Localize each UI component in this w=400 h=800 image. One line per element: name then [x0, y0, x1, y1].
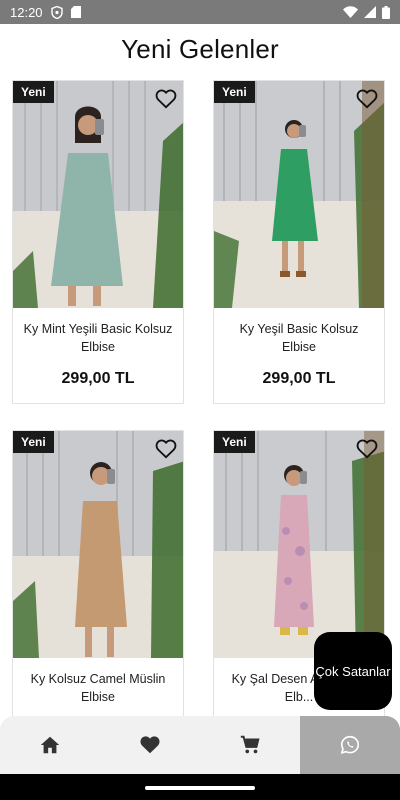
best-sellers-label: Çok Satanlar — [315, 663, 391, 679]
heart-icon — [140, 736, 160, 754]
page-title: Yeni Gelenler — [121, 34, 279, 64]
product-image[interactable]: Yeni — [13, 431, 183, 658]
product-photo — [13, 431, 183, 658]
product-card[interactable]: Yeni Ky Yeşil Basic Kolsuz Elbise 299,00… — [213, 80, 385, 404]
product-image[interactable]: Yeni — [13, 81, 183, 308]
home-icon — [40, 736, 60, 754]
product-image[interactable]: Yeni — [214, 431, 384, 658]
nav-home[interactable] — [0, 716, 100, 774]
product-price: 299,00 TL — [61, 370, 135, 387]
new-badge: Yeni — [13, 431, 54, 453]
home-indicator[interactable] — [145, 786, 255, 790]
product-name[interactable]: Ky Kolsuz Camel Müslin Elbise — [13, 670, 183, 706]
favorite-heart-icon[interactable] — [155, 439, 177, 459]
sd-card-icon — [70, 6, 81, 18]
nav-favorites[interactable] — [100, 716, 200, 774]
product-grid[interactable]: Yeni Ky Mint Yeşili Basic Kolsuz Elbise … — [12, 80, 388, 720]
status-time: 12:20 — [10, 4, 43, 20]
signal-icon — [364, 6, 376, 18]
product-image[interactable]: Yeni — [214, 81, 384, 308]
whatsapp-icon — [340, 735, 360, 754]
bottom-navigation — [0, 716, 400, 774]
product-price: 299,00 TL — [262, 370, 336, 387]
wifi-icon — [343, 6, 358, 18]
status-bar: 12:20 — [0, 0, 400, 24]
product-name[interactable]: Ky Mint Yeşili Basic Kolsuz Elbise — [13, 320, 183, 356]
product-name[interactable]: Ky Yeşil Basic Kolsuz Elbise — [214, 320, 384, 356]
product-card[interactable]: Yeni Ky Kolsuz Camel Müslin Elbise — [12, 430, 184, 720]
battery-icon — [382, 5, 390, 19]
product-photo — [214, 431, 384, 658]
product-photo — [13, 81, 183, 308]
favorite-heart-icon[interactable] — [155, 89, 177, 109]
cart-icon — [240, 735, 260, 754]
new-badge: Yeni — [214, 431, 255, 453]
favorite-heart-icon[interactable] — [356, 89, 378, 109]
shield-icon — [50, 5, 63, 19]
nav-whatsapp[interactable] — [300, 716, 400, 774]
favorite-heart-icon[interactable] — [356, 439, 378, 459]
new-badge: Yeni — [214, 81, 255, 103]
best-sellers-button[interactable]: Çok Satanlar — [314, 632, 392, 710]
product-card[interactable]: Yeni Ky Mint Yeşili Basic Kolsuz Elbise … — [12, 80, 184, 404]
product-photo — [214, 81, 384, 308]
new-badge: Yeni — [13, 81, 54, 103]
nav-cart[interactable] — [200, 716, 300, 774]
